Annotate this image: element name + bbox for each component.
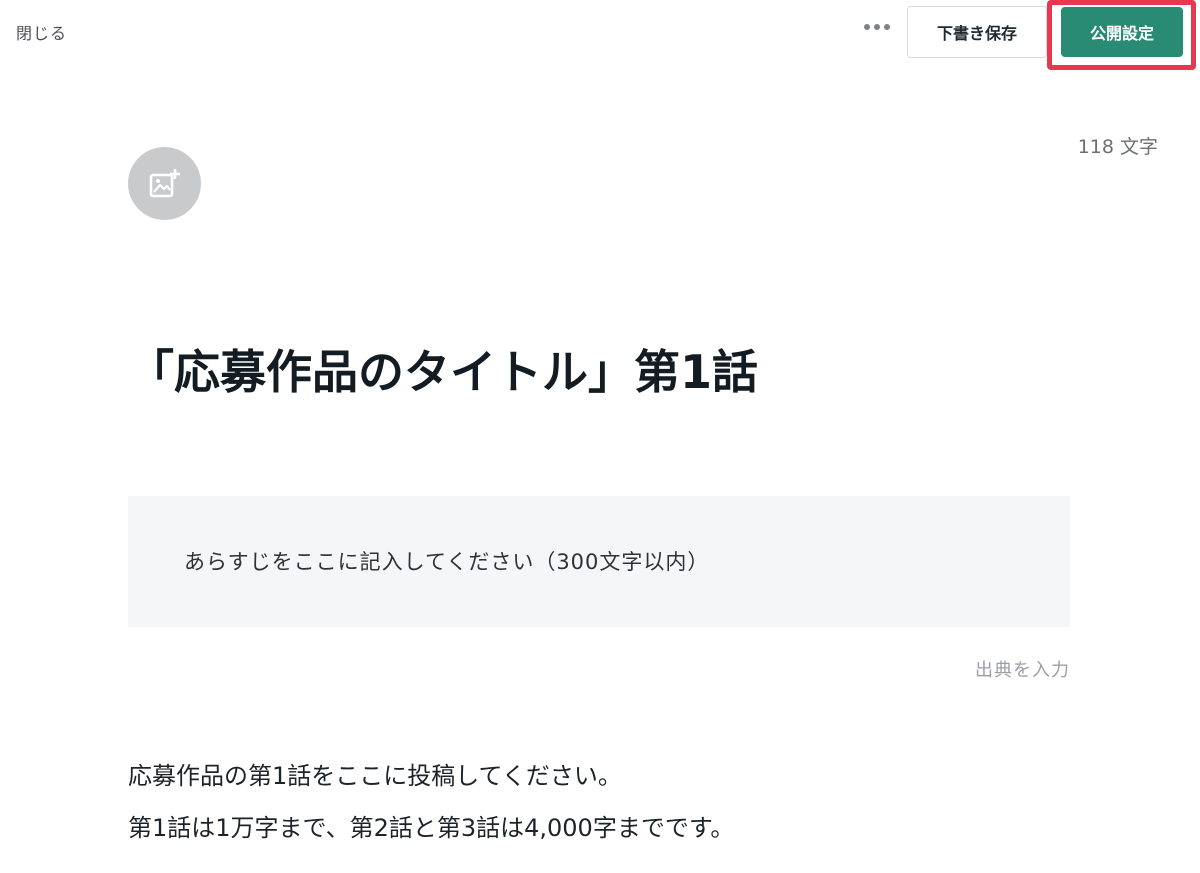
add-header-image-button[interactable] [128, 147, 201, 220]
character-count-value: 118 [1077, 136, 1114, 158]
synopsis-field[interactable]: あらすじをここに記入してください（300文字以内） [128, 496, 1070, 627]
body-line: 応募作品の第1話をここに投稿してください。 [128, 762, 622, 790]
image-add-icon [149, 168, 180, 197]
more-dot [874, 24, 880, 30]
editor-page: 閉じる 下書き保存 公開設定 118 文字 「応募作品のタイトル」第1話 あらすじ… [0, 0, 1200, 873]
article-title[interactable]: 「応募作品のタイトル」第1話 [128, 336, 758, 402]
body-line: 第1話は1万字まで、第2話と第3話は4,000字までです。 [128, 814, 735, 842]
character-count: 118 文字 [1078, 132, 1158, 159]
source-input-link[interactable]: 出典を入力 [975, 656, 1070, 682]
more-dot [864, 24, 870, 30]
character-count-unit: 文字 [1119, 136, 1158, 158]
more-dot [884, 24, 890, 30]
publish-settings-button[interactable]: 公開設定 [1061, 7, 1183, 57]
close-button[interactable]: 閉じる [16, 20, 67, 44]
save-draft-button[interactable]: 下書き保存 [907, 6, 1047, 58]
more-options-button[interactable] [858, 13, 896, 41]
article-body[interactable]: 応募作品の第1話をここに投稿してください。 第1話は1万字まで、第2話と第3話は… [128, 750, 734, 854]
